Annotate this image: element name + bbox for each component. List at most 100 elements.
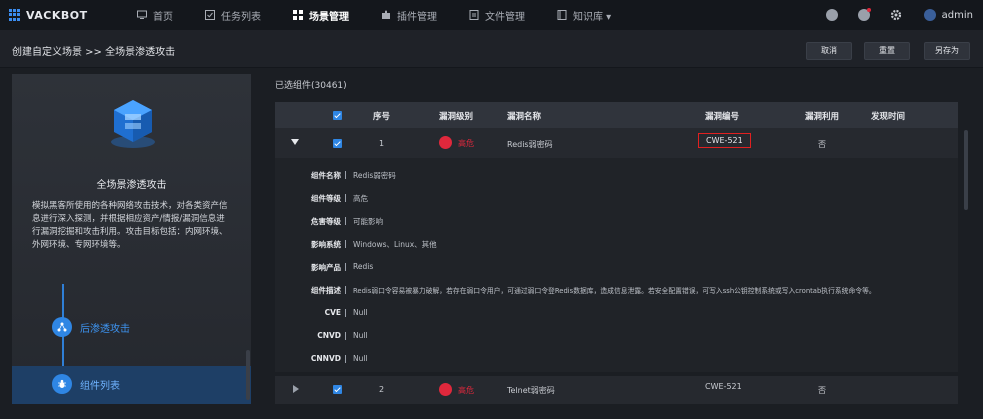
avatar[interactable] (923, 9, 936, 21)
expand-icon[interactable] (293, 385, 299, 393)
table-row[interactable]: 1 高危 Redis弱密码 CWE-521 否 (275, 128, 958, 158)
detail-divider (345, 194, 346, 202)
detail-label: CNNVD (310, 354, 341, 363)
network-icon (57, 322, 67, 332)
table-row[interactable]: 2 高危 Telnet弱密码 CWE-521 否 (275, 376, 958, 404)
app-name: VACKBOT (26, 8, 88, 22)
cancel-button[interactable]: 取消 (806, 42, 852, 60)
reset-button[interactable]: 重置 (864, 42, 910, 60)
nav-plugins[interactable]: 插件管理 (371, 0, 447, 30)
detail-value: Redis弱口令容易被暴力破解，若存在弱口令用户，可通过弱口令登Redis数据库… (353, 287, 876, 295)
nav-right-tools: admin (806, 0, 973, 30)
scene-title: 全场景渗透攻击 (96, 180, 167, 191)
logo-grid-icon (9, 9, 21, 21)
detail-divider (345, 286, 346, 294)
step-label: 组件列表 (80, 380, 120, 392)
detail-value: Windows、Linux、其他 (353, 240, 437, 249)
row-checkbox[interactable] (333, 385, 342, 394)
detail-label: 组件名称 (311, 171, 341, 180)
nav-knowledge[interactable]: 知识库 ▾ (547, 0, 621, 30)
row-index: 1 (379, 139, 385, 148)
detail-label: 组件描述 (311, 286, 341, 295)
active-step-highlight (12, 366, 251, 404)
detail-divider (345, 309, 346, 317)
col-exploit[interactable]: 漏洞利用 (805, 110, 839, 122)
app-logo[interactable]: VACKBOT (9, 9, 127, 22)
detail-label: 影响产品 (311, 263, 341, 272)
step-post-exploitation[interactable]: 后渗透攻击 (52, 317, 130, 337)
col-level[interactable]: 漏洞级别 (439, 110, 473, 122)
row-cve: CWE-521 (705, 382, 742, 391)
detail-value: 高危 (353, 194, 368, 203)
danger-level-icon (439, 136, 452, 149)
detail-value: Null (353, 354, 368, 363)
col-time[interactable]: 发现时间 (871, 110, 905, 122)
nav-scenes[interactable]: 场景管理 (283, 0, 359, 30)
detail-label: CNVD (317, 331, 341, 340)
select-all-checkbox[interactable] (333, 111, 342, 120)
document-icon (469, 10, 479, 20)
detail-label: CVE (324, 308, 341, 317)
detail-divider (345, 171, 346, 179)
detail-value: Null (353, 331, 368, 340)
notification-icon[interactable] (857, 8, 871, 21)
col-index[interactable]: 序号 (373, 110, 390, 122)
notification-dot (866, 8, 871, 12)
table-header: 序号 漏洞级别 漏洞名称 漏洞编号 漏洞利用 发现时间 (275, 102, 958, 128)
danger-level-icon (439, 383, 452, 396)
breadcrumb: 创建自定义场景 >> 全场景渗透攻击 (12, 47, 176, 58)
row-level: 高危 (458, 139, 474, 148)
detail-label: 影响系统 (311, 240, 341, 249)
scene-info-panel: 全场景渗透攻击 模拟黑客所使用的各种网络攻击技术，对各类资产信息进行深入探测，并… (12, 74, 251, 404)
left-panel-scrollbar[interactable] (246, 350, 250, 400)
row-name: Redis弱密码 (507, 140, 553, 149)
cube-icon (111, 100, 155, 148)
row-cve: CWE-521 (698, 133, 751, 148)
component-table-panel: 已选组件(30461) 序号 漏洞级别 漏洞名称 漏洞编号 漏洞利用 发现时间 … (265, 74, 970, 404)
step-label: 后渗透攻击 (80, 323, 130, 335)
book-icon (557, 10, 567, 20)
step-dot-icon (52, 374, 72, 394)
row-detail-panel: 组件名称 Redis弱密码 组件等级 高危 危害等级 可能影响 影响系统 Win… (275, 158, 958, 372)
detail-value: Redis (353, 262, 374, 271)
save-as-button[interactable]: 另存为 (924, 42, 970, 60)
nav-tasks[interactable]: 任务列表 (195, 0, 271, 30)
row-checkbox[interactable] (333, 139, 342, 148)
top-navbar: VACKBOT 首页 任务列表 场景管理 插件管理 文件管理 知识库 ▾ adm… (0, 0, 983, 30)
page-header: 创建自定义场景 >> 全场景渗透攻击 取消 重置 另存为 (0, 30, 983, 68)
detail-value: Null (353, 308, 368, 317)
table-title: 已选组件(30461) (275, 81, 347, 91)
row-level: 高危 (458, 386, 474, 395)
detail-divider (345, 263, 346, 271)
row-name: Telnet弱密码 (507, 386, 555, 395)
detail-divider (345, 332, 346, 340)
col-cve[interactable]: 漏洞编号 (705, 110, 739, 122)
detail-value: 可能影响 (353, 217, 383, 226)
step-component-list[interactable]: 组件列表 (52, 374, 120, 394)
detail-label: 组件等级 (311, 194, 341, 203)
nav-plugins-label: 插件管理 (397, 11, 437, 23)
row-index: 2 (379, 385, 385, 394)
bug-icon (58, 379, 66, 388)
monitor-icon (137, 10, 147, 19)
nav-home[interactable]: 首页 (127, 0, 183, 30)
nav-knowledge-label: 知识库 ▾ (573, 11, 612, 23)
puzzle-icon (382, 10, 390, 19)
nav-home-label: 首页 (153, 11, 173, 23)
row-exploit: 否 (818, 386, 826, 395)
nav-tasks-label: 任务列表 (221, 11, 261, 23)
scene-description: 模拟黑客所使用的各种网络攻击技术，对各类资产信息进行深入探测，并根据相应资产/情… (32, 201, 228, 250)
nav-files[interactable]: 文件管理 (459, 0, 535, 30)
gear-icon[interactable] (890, 9, 902, 21)
user-name[interactable]: admin (942, 10, 973, 21)
nav-files-label: 文件管理 (485, 11, 525, 23)
grid-icon (293, 10, 303, 20)
language-icon[interactable] (825, 9, 838, 21)
collapse-icon[interactable] (291, 139, 299, 145)
table-scrollbar[interactable] (964, 130, 968, 210)
col-name[interactable]: 漏洞名称 (507, 110, 541, 122)
detail-divider (345, 217, 346, 225)
detail-divider (345, 355, 346, 363)
task-list-icon (205, 10, 215, 20)
detail-value: Redis弱密码 (353, 171, 396, 180)
